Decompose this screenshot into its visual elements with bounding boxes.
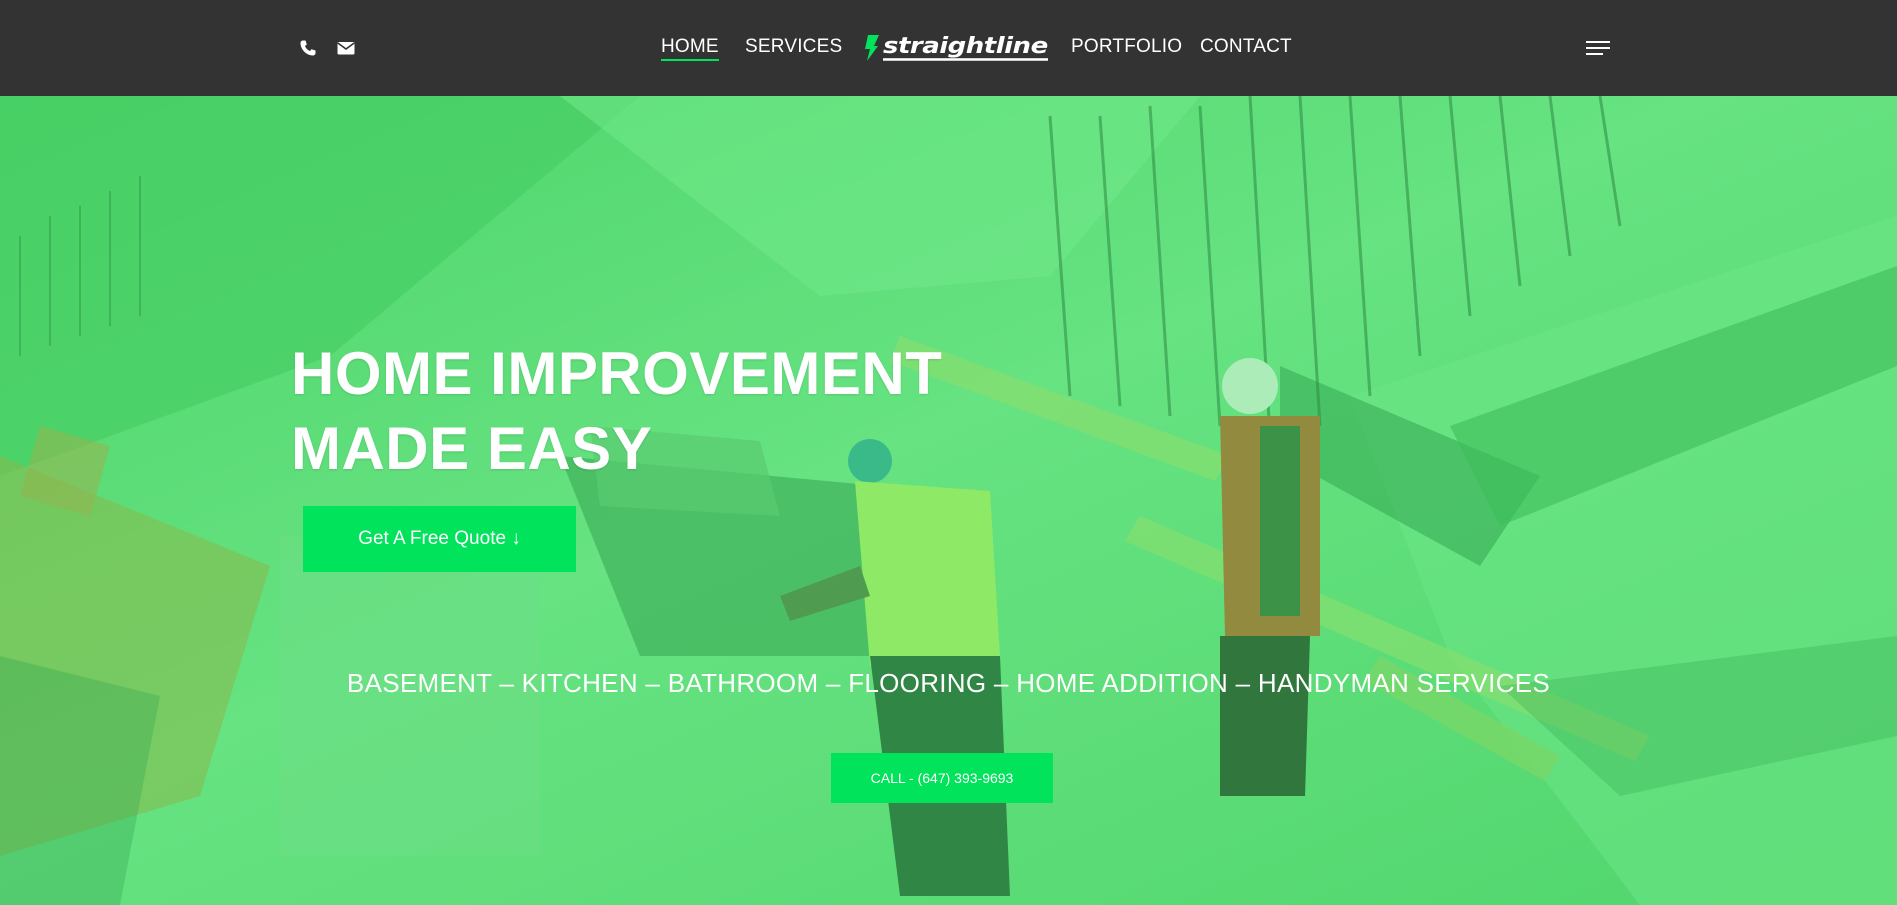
hero-title-line1: HOME IMPROVEMENT bbox=[291, 340, 943, 407]
hero-title-line2: MADE EASY bbox=[291, 415, 653, 482]
services-tagline: BASEMENT – KITCHEN – BATHROOM – FLOORING… bbox=[0, 668, 1897, 699]
hero-title: HOME IMPROVEMENT MADE EASY bbox=[291, 336, 942, 486]
free-quote-button[interactable]: Get A Free Quote ↓ bbox=[303, 506, 576, 572]
nav-portfolio[interactable]: PORTFOLIO bbox=[1071, 36, 1182, 58]
site-header: HOME SERVICES straightline PORTFOLIO CON… bbox=[0, 0, 1897, 96]
contact-icons bbox=[298, 38, 356, 58]
logo-wordmark: straightline bbox=[883, 33, 1048, 61]
phone-icon[interactable] bbox=[298, 38, 318, 58]
hero-section: HOME IMPROVEMENT MADE EASY Get A Free Qu… bbox=[0, 96, 1897, 905]
nav-home[interactable]: HOME bbox=[661, 36, 719, 61]
envelope-icon[interactable] bbox=[336, 38, 356, 58]
nav-contact[interactable]: CONTACT bbox=[1200, 36, 1292, 58]
hamburger-menu-icon[interactable] bbox=[1586, 39, 1610, 57]
call-button[interactable]: CALL - (647) 393-9693 bbox=[831, 753, 1053, 803]
site-logo[interactable]: straightline bbox=[865, 33, 1048, 63]
nav-services[interactable]: SERVICES bbox=[745, 36, 842, 58]
services-tagline-text: BASEMENT – KITCHEN – BATHROOM – FLOORING… bbox=[346, 668, 1551, 698]
logo-bolt-icon bbox=[865, 35, 879, 61]
